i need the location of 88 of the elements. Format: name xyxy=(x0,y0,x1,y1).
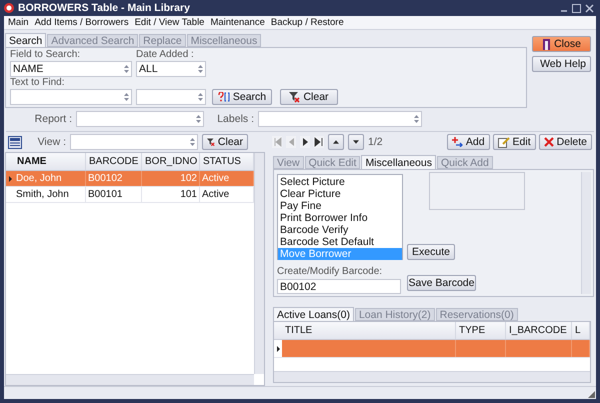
navigator-icon[interactable] xyxy=(314,136,324,148)
list-item[interactable]: Barcode Set Default xyxy=(278,236,402,248)
add-icon xyxy=(452,137,463,147)
column-header[interactable]: TITLE xyxy=(282,322,456,339)
save-barcode-button[interactable]: Save Barcode xyxy=(407,275,476,291)
menu-item[interactable]: Edit / View Table xyxy=(134,17,204,28)
column-header[interactable]: TYPE xyxy=(456,322,506,339)
menu-item[interactable]: Backup / Restore xyxy=(270,17,344,28)
delete-button[interactable]: Delete xyxy=(538,134,592,150)
scrollbar[interactable] xyxy=(274,371,590,382)
column-header[interactable]: L xyxy=(572,322,590,339)
column-header[interactable]: NAME xyxy=(14,153,86,170)
list-item[interactable]: Select Picture xyxy=(278,176,402,188)
table-cell: B00101 xyxy=(86,187,142,202)
list-item[interactable]: Clear Picture xyxy=(278,188,402,200)
scrollbar[interactable] xyxy=(581,172,591,294)
filter-icon xyxy=(289,92,300,102)
spinner-icon[interactable] xyxy=(190,138,195,146)
delete-icon xyxy=(544,137,554,147)
door-icon xyxy=(542,38,552,50)
spinner-icon[interactable] xyxy=(124,93,129,101)
up-arrow-icon xyxy=(333,140,339,144)
field-label: Field to Search: xyxy=(10,50,82,60)
barcode-label: Create/Modify Barcode: xyxy=(277,267,384,277)
column-header[interactable]: I_BARCODE xyxy=(506,322,572,339)
scrollbar[interactable] xyxy=(254,153,264,374)
edit-icon xyxy=(498,136,510,148)
report-combo[interactable] xyxy=(76,111,204,127)
scrollbar[interactable] xyxy=(6,374,254,385)
barcode-field[interactable]: B00102 xyxy=(277,279,401,294)
tab[interactable]: Active Loans(0) xyxy=(273,307,354,321)
web-help-button[interactable]: Web Help xyxy=(532,56,591,72)
filter-icon xyxy=(207,136,215,148)
search-button[interactable]: Search xyxy=(212,89,272,105)
move-up-button[interactable] xyxy=(328,134,344,150)
row-pointer-icon xyxy=(276,346,280,352)
column-header[interactable]: BARCODE xyxy=(86,153,142,170)
spinner-icon[interactable] xyxy=(198,93,203,101)
search-icon xyxy=(218,92,230,102)
tab[interactable]: Search xyxy=(5,33,46,47)
app-icon xyxy=(4,3,14,13)
spinner-icon[interactable] xyxy=(414,115,419,123)
down-arrow-icon xyxy=(353,140,359,144)
menu-item[interactable]: Add Items / Borrowers xyxy=(34,17,129,28)
view-label: View : xyxy=(36,136,66,148)
edit-button[interactable]: Edit xyxy=(492,134,536,150)
report-label: Report : xyxy=(34,113,72,125)
table-cell: B00102 xyxy=(86,171,142,186)
text-combo[interactable] xyxy=(10,89,132,105)
list-item[interactable]: Pay Fine xyxy=(278,200,402,212)
labels-combo[interactable] xyxy=(258,111,422,127)
grid-view-icon[interactable] xyxy=(8,136,22,148)
table-cell: Smith, John xyxy=(14,187,86,202)
menu-item[interactable]: Maintenance xyxy=(210,17,265,28)
spinner-icon[interactable] xyxy=(196,115,201,123)
list-item[interactable]: Barcode Verify xyxy=(278,224,402,236)
field-combo[interactable]: NAME xyxy=(10,61,132,77)
close-icon[interactable] xyxy=(585,4,594,12)
menu-item[interactable]: Main xyxy=(8,17,29,28)
list-item[interactable]: Print Borrower Info xyxy=(278,212,402,224)
table-row[interactable] xyxy=(274,340,590,358)
field-label: Date Added : xyxy=(136,50,195,60)
field-label: Text to Find: xyxy=(10,78,66,88)
move-down-button[interactable] xyxy=(348,134,364,150)
text-combo[interactable] xyxy=(136,89,206,105)
execute-button[interactable]: Execute xyxy=(407,244,455,260)
table-row[interactable]: Smith, John B00101 101 Active xyxy=(6,187,254,203)
close-button[interactable]: Close xyxy=(532,36,591,52)
action-list[interactable]: Select Picture Clear Picture Pay Fine Print Borrower Info Barcode Verify Barcode Set Default Move Borrower xyxy=(277,174,403,260)
column-header[interactable]: BOR_IDNO xyxy=(142,153,200,170)
labels-label: Labels : xyxy=(216,113,254,125)
record-counter: 1/2 xyxy=(368,136,384,148)
clear-button[interactable]: Clear xyxy=(280,89,338,105)
spinner-icon[interactable] xyxy=(198,65,203,73)
table-cell: 102 xyxy=(142,171,200,186)
table-cell: Doe, John xyxy=(14,171,86,186)
view-combo[interactable] xyxy=(70,134,198,150)
navigator-icon[interactable] xyxy=(300,136,310,148)
table-cell: 101 xyxy=(142,187,200,202)
tab[interactable]: Miscellaneous xyxy=(361,155,436,169)
clear-button[interactable]: Clear xyxy=(202,134,248,150)
spinner-icon[interactable] xyxy=(124,65,129,73)
add-button[interactable]: Add xyxy=(446,134,490,150)
maximize-icon[interactable] xyxy=(572,4,581,12)
date-combo[interactable]: ALL xyxy=(136,61,206,77)
resize-grip-icon[interactable] xyxy=(588,391,595,398)
row-pointer-icon xyxy=(8,176,12,182)
window-title: BORROWERS Table - Main Library xyxy=(18,2,191,14)
